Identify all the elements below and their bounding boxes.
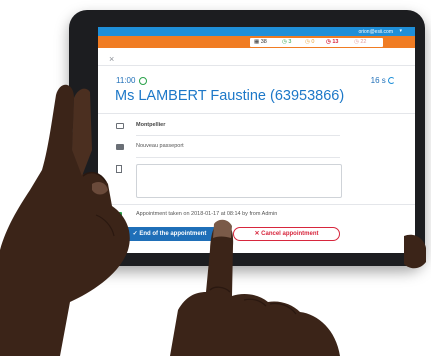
left-hand: [0, 84, 130, 356]
hands-illustration: [0, 84, 426, 356]
right-hand: [170, 222, 340, 356]
